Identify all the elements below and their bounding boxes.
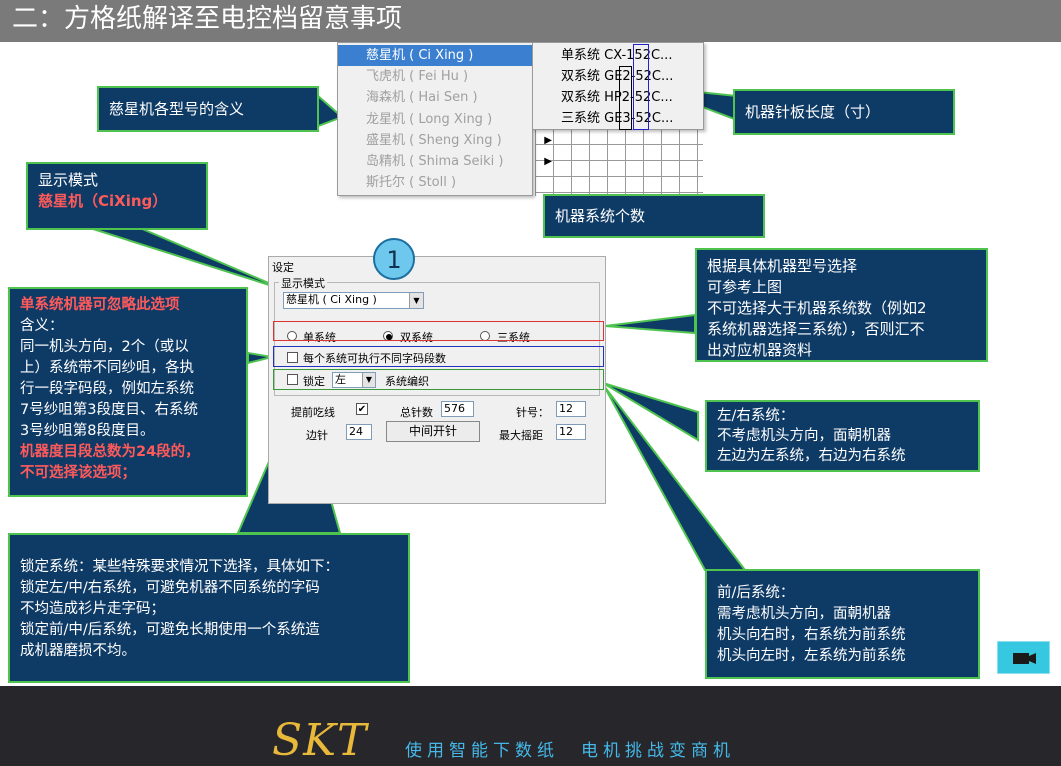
total-needles-input[interactable]: 576 bbox=[441, 401, 474, 417]
vendor-menu: 慈星机 ( Ci Xing )▶ 飞虎机 ( Fei Hu )▶ 海森机 ( H… bbox=[337, 42, 560, 196]
callout-display-mode: 显示模式 慈星机（CiXing） bbox=[26, 162, 208, 230]
callout-model-meaning: 慈星机各型号的含义 bbox=[97, 86, 319, 132]
callout-left-right: 左/右系统： 不考虑机头方向，面朝机器 左边为左系统，右边为右系统 bbox=[705, 400, 980, 472]
max-rack-input[interactable]: 12 bbox=[556, 424, 586, 440]
center-needle-button[interactable]: 中间开针 bbox=[386, 421, 480, 442]
menu-item-cixing[interactable]: 慈星机 ( Ci Xing )▶ bbox=[338, 45, 560, 66]
max-rack-label: 最大摇距 bbox=[499, 429, 543, 442]
needle-length-highlight bbox=[633, 44, 649, 130]
lock-highlight bbox=[273, 369, 604, 390]
chevron-right-icon: ▶ bbox=[544, 156, 552, 167]
gauge-label: 针号： bbox=[516, 406, 549, 419]
display-mode-group-label: 显示模式 bbox=[279, 275, 327, 291]
video-camera-icon bbox=[1013, 653, 1036, 664]
dropdown-arrow-icon: ▼ bbox=[409, 293, 423, 308]
callout-system-count: 机器系统个数 bbox=[543, 194, 765, 238]
callout-front-back: 前/后系统： 需考虑机头方向，面朝机器 机头向右时，右系统为前系统 机头向左时，… bbox=[705, 569, 980, 679]
system-radio-highlight bbox=[273, 321, 604, 341]
menu-item-shima-seiki[interactable]: 岛精机 ( Shima Seiki ) ▶ bbox=[338, 151, 560, 172]
early-feed-checkbox[interactable]: ✔ bbox=[356, 403, 368, 415]
skt-logo: SKT bbox=[272, 715, 368, 766]
menu-item-haisen[interactable]: 海森机 ( Hai Sen )▶ bbox=[338, 87, 560, 108]
menu-item-longxing[interactable]: 龙星机 ( Long Xing )▶ bbox=[338, 109, 560, 130]
side-needle-label: 边针 bbox=[306, 429, 328, 442]
video-camera-button[interactable] bbox=[997, 641, 1050, 674]
total-needles-label: 总针数 bbox=[400, 406, 433, 419]
gauge-input[interactable]: 12 bbox=[556, 401, 586, 417]
per-system-highlight bbox=[273, 346, 604, 367]
early-feed-label: 提前吃线 bbox=[291, 406, 335, 419]
step-number-badge: 1 bbox=[373, 238, 415, 280]
dialog-title: 设定 bbox=[272, 261, 294, 274]
graph-paper-grid bbox=[535, 128, 703, 196]
menu-item-feihu[interactable]: 飞虎机 ( Fei Hu )▶ bbox=[338, 66, 560, 87]
submenu-item-cx-152c[interactable]: 单系统 CX-152C... bbox=[533, 45, 672, 66]
chevron-right-icon: ▶ bbox=[544, 135, 552, 146]
submenu-item-hp2-52c[interactable]: 双系统 HP2-52C... bbox=[533, 87, 673, 108]
side-needle-input[interactable]: 24 bbox=[346, 424, 372, 440]
callout-select-by-model: 根据具体机器型号选择 可参考上图 不可选择大于机器系统数（例如2 系统机器选择三… bbox=[695, 248, 988, 362]
submenu-item-ge2-52c[interactable]: 双系统 GE2-52C... bbox=[533, 66, 673, 87]
callout-needle-length: 机器针板长度（寸） bbox=[733, 89, 955, 135]
menu-item-shengxing[interactable]: 盛星机 ( Sheng Xing ) ▶ bbox=[338, 130, 560, 151]
submenu-item-ge3-52c[interactable]: 三系统 GE3-52C... bbox=[533, 108, 673, 129]
menu-item-stoll[interactable]: 斯托尔 ( Stoll ) bbox=[338, 172, 560, 193]
callout-single-system: 单系统机器可忽略此选项 含义： 同一机头方向，2个（或以 上）系统带不同纱咀，各… bbox=[8, 287, 248, 497]
footer-slogan: 使用智能下数纸 电机挑战变商机 bbox=[405, 741, 735, 761]
callout-lock-system: 锁定系统：某些特殊要求情况下选择，具体如下： 锁定左/中/右系统，可避免机器不同… bbox=[8, 533, 410, 683]
model-submenu: 单系统 CX-152C... 双系统 GE2-52C... 双系统 HP2-52… bbox=[532, 42, 704, 130]
system-count-highlight bbox=[619, 66, 632, 130]
display-mode-combo[interactable]: 慈星机 ( Ci Xing ) ▼ bbox=[283, 292, 424, 309]
